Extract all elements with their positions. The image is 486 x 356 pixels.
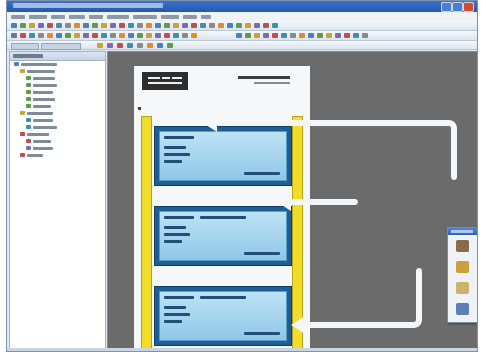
arrow-head-icon	[203, 114, 217, 132]
arrow-to-first-card	[214, 120, 457, 180]
arrow-to-third-card	[300, 268, 422, 328]
arrow-head-icon	[291, 316, 305, 334]
annotation-arrows	[203, 114, 457, 334]
arrow-head-icon	[277, 193, 291, 211]
application-window	[6, 0, 478, 352]
